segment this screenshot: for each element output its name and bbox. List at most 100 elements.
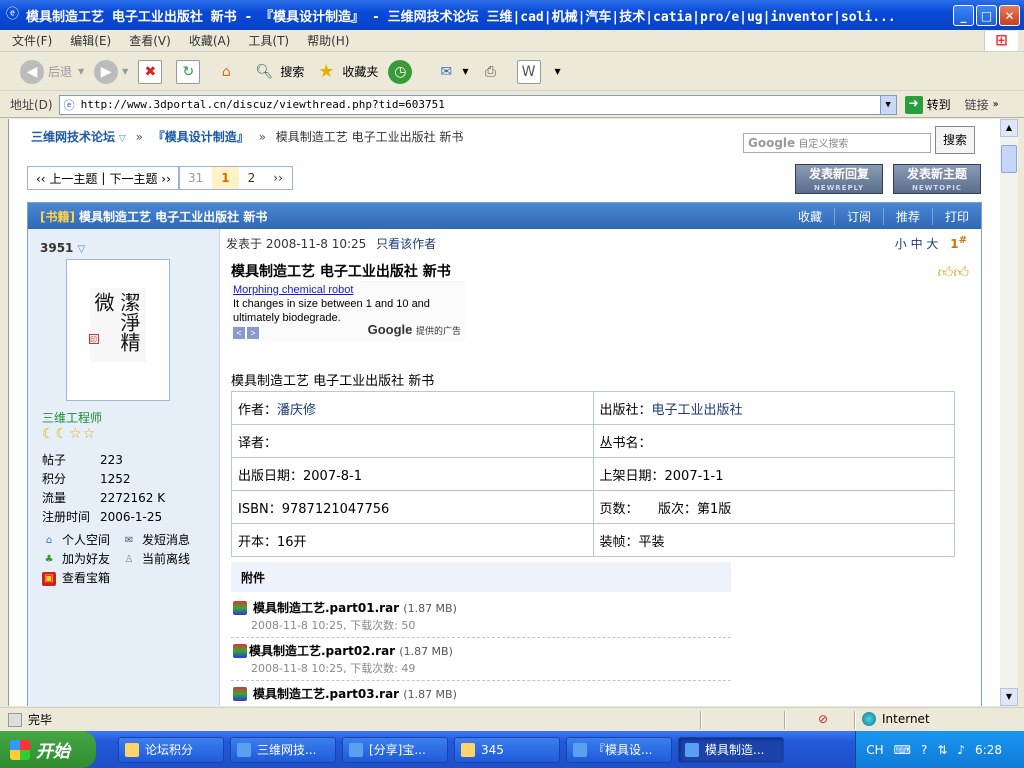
scroll-down-icon[interactable]: ▼	[1000, 688, 1018, 706]
address-label: 地址(D)	[10, 98, 53, 112]
add-friend-link[interactable]: ♣ 加为好友	[42, 550, 122, 569]
attachment-link[interactable]: 模具制造工艺.part01.rar	[253, 601, 399, 615]
edit-dropdown-icon: ▼	[554, 67, 561, 76]
network-icon[interactable]: ⇅	[937, 743, 947, 757]
page-icon: ⓔ	[63, 98, 75, 112]
menu-favorites[interactable]: 收藏(A)	[189, 32, 231, 49]
edit-button[interactable]: W ▼	[516, 59, 561, 84]
post-title: 模具制造工艺 电子工业出版社 新书	[231, 264, 451, 280]
stop-button[interactable]: ✖	[138, 59, 166, 84]
table-row: 作者：潘庆修 出版社：电子工业出版社	[231, 391, 955, 425]
subscribe-link[interactable]: 订阅	[833, 207, 883, 225]
task-button-active[interactable]: 模具制造...	[678, 736, 784, 763]
next-topic-link[interactable]: 下一主题 ››	[109, 170, 170, 187]
scroll-up-icon[interactable]: ▲	[1000, 119, 1018, 137]
new-reply-button[interactable]: 发表新回复 NEWREPLY	[795, 164, 883, 194]
recommend-link[interactable]: 推荐	[882, 207, 932, 225]
post-date: 发表于 2008-11-8 10:25	[226, 237, 367, 251]
publisher-link[interactable]: 电子工业出版社	[652, 403, 743, 418]
windows-logo-icon: ⊞	[984, 31, 1018, 51]
favorites-label: 收藏夹	[342, 65, 379, 79]
back-button[interactable]: ◀ 后退 ▼	[20, 59, 84, 84]
minimize-button[interactable]: _	[953, 5, 974, 26]
print-link[interactable]: 打印	[931, 207, 981, 225]
treasure-box-icon: ▣	[42, 571, 56, 586]
ad-prev-icon[interactable]: <	[233, 327, 245, 339]
status-text: 完毕	[8, 711, 52, 728]
refresh-button[interactable]: ↻	[176, 59, 204, 84]
search-button[interactable]: 🔍︎ 搜索	[252, 60, 304, 84]
attachment-link[interactable]: 模具制造工艺.part02.rar	[249, 644, 395, 658]
page-next-link[interactable]: ››	[264, 167, 292, 189]
field-label: 页数：	[599, 501, 633, 517]
task-button[interactable]: 论坛积分	[118, 736, 224, 763]
profile-link[interactable]: ⌂ 个人空间	[42, 531, 122, 550]
volume-icon[interactable]: ♪	[957, 743, 965, 757]
help-icon[interactable]: ?	[921, 743, 927, 757]
menu-help[interactable]: 帮助(H)	[307, 32, 349, 49]
close-button[interactable]: ✕	[999, 5, 1020, 26]
forward-dropdown-icon[interactable]: ▼	[122, 67, 128, 76]
menu-file[interactable]: 文件(F)	[12, 32, 52, 49]
rate-icon[interactable]: 👍︎👍︎	[938, 263, 969, 282]
page-link[interactable]: 2	[239, 167, 265, 189]
pm-label: 发短消息	[142, 533, 191, 547]
forward-button[interactable]: ▶ ▼	[94, 59, 128, 84]
page-link[interactable]: 31	[179, 167, 212, 189]
author-link[interactable]: 潘庆修	[277, 403, 316, 418]
address-dropdown-icon[interactable]: ▼	[879, 95, 896, 114]
task-button[interactable]: 『模具设...	[566, 736, 672, 763]
new-reply-sublabel: NEWREPLY	[813, 184, 865, 192]
username-text: 3951	[40, 241, 74, 255]
address-input[interactable]: ⓔ http://www.3dportal.cn/discuz/viewthre…	[58, 94, 897, 115]
popup-blocked-icon[interactable]: ⊘	[818, 712, 828, 726]
start-button[interactable]: 开始	[0, 731, 96, 768]
favorites-button[interactable]: ★ 收藏夹	[314, 60, 378, 84]
back-dropdown-icon[interactable]: ▼	[78, 67, 84, 76]
new-topic-button[interactable]: 发表新主题 NEWTOPIC	[893, 164, 981, 194]
attachment-name: 模具制造工艺.part01.rar (1.87 MB)	[253, 599, 457, 616]
vertical-scrollbar[interactable]: ▲ ▼	[1000, 119, 1018, 706]
breadcrumb-section[interactable]: 『模具设计制造』	[153, 130, 249, 144]
stat-row: 流量 2272162 K	[42, 489, 165, 508]
field-label: ISBN：	[238, 501, 282, 517]
ad-link[interactable]: Morphing chemical robot	[233, 283, 463, 297]
task-button[interactable]: 345	[454, 736, 560, 763]
search-submit-button[interactable]: 搜索	[935, 126, 975, 154]
table-cell: 出版社：电子工业出版社	[592, 391, 955, 425]
attachment-link[interactable]: 模具制造工艺.part03.rar	[253, 687, 399, 701]
home-button[interactable]: ⌂	[214, 60, 242, 84]
forward-arrow-icon: ▶	[94, 59, 119, 84]
favorite-link[interactable]: 收藏	[786, 208, 834, 225]
rar-archive-icon	[233, 687, 247, 701]
prev-topic-link[interactable]: ‹‹ 上一主题	[36, 170, 97, 187]
breadcrumb-forum[interactable]: 三维网技术论坛	[31, 130, 115, 144]
treasure-link[interactable]: ▣ 查看宝箱	[42, 569, 202, 588]
task-button[interactable]: 三维网技...	[230, 736, 336, 763]
attachment-item: 模具制造工艺.part03.rar (1.87 MB)	[231, 681, 731, 706]
history-button[interactable]: ◷	[388, 59, 416, 84]
taskbar: 开始 论坛积分 三维网技... [分享]宝... 345 『模具设... 模具制…	[0, 731, 1024, 768]
ad-next-icon[interactable]: >	[247, 327, 259, 339]
stat-label: 积分	[42, 472, 67, 486]
language-indicator[interactable]: CH	[866, 743, 883, 757]
author-only-link[interactable]: 只看该作者	[376, 237, 436, 251]
print-button[interactable]: ⎙	[479, 60, 507, 84]
pm-link[interactable]: ✉ 发短消息	[122, 531, 202, 550]
menu-view[interactable]: 查看(V)	[129, 32, 171, 49]
keyboard-icon[interactable]: ⌨	[894, 743, 911, 757]
links-button[interactable]: 链接	[965, 96, 989, 113]
font-size-links[interactable]: 小 中 大	[895, 237, 939, 251]
mail-button[interactable]: ✉ ▼	[434, 60, 468, 84]
avatar-calligraphy: 潔淨精微	[90, 288, 146, 362]
scroll-thumb[interactable]	[1001, 145, 1017, 173]
menu-tools[interactable]: 工具(T)	[248, 32, 289, 49]
task-button[interactable]: [分享]宝...	[342, 736, 448, 763]
username[interactable]: 3951 ▽	[40, 241, 85, 255]
chevron-right-icon[interactable]: »	[993, 99, 999, 110]
google-search-input[interactable]: Google 自定义搜索	[743, 133, 931, 153]
chevron-down-icon[interactable]: ▽	[119, 134, 126, 144]
maximize-button[interactable]: □	[976, 5, 997, 26]
go-button[interactable]: ➜ 转到	[904, 95, 951, 114]
menu-edit[interactable]: 编辑(E)	[70, 32, 111, 49]
